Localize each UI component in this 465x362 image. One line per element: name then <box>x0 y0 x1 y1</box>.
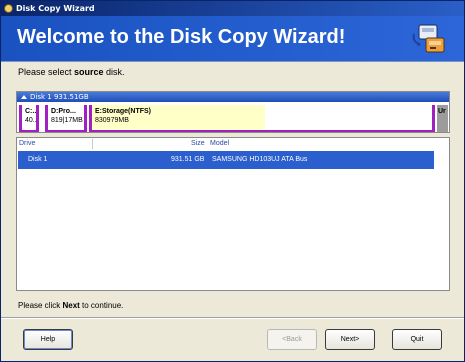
disk-list[interactable]: Drive Size Model Disk 1 931.51 GB SAMSUN… <box>16 137 450 291</box>
prompt-text: Please select <box>18 67 75 77</box>
prompt-text-end: disk. <box>103 67 125 77</box>
partition-unallocated[interactable]: Ur <box>437 105 448 132</box>
disk-copy-icon <box>412 24 445 53</box>
partition-size: 819|17MB <box>51 117 83 124</box>
title-bar: Disk Copy Wizard <box>1 1 464 16</box>
wizard-heading: Welcome to the Disk Copy Wizard! <box>17 26 346 48</box>
next-button[interactable]: Next> <box>325 329 375 350</box>
footer-bold-text: Next <box>62 301 80 310</box>
footer-text: Please click <box>18 301 63 310</box>
partition-size: 830979MB <box>95 117 129 124</box>
footer-text-end: to continue. <box>79 301 124 310</box>
partition-size: 40... <box>25 117 39 124</box>
back-button[interactable]: <Back <box>267 329 317 350</box>
row-size: 931.51 GB <box>171 156 205 163</box>
column-size[interactable]: Size <box>191 140 205 147</box>
partition-name: E:Storage(NTFS) <box>95 108 151 115</box>
partition-c[interactable]: C:... 40... <box>19 105 39 132</box>
continue-instruction: Please click Next to continue. <box>18 301 123 310</box>
disk-map[interactable]: Disk 1 931.51GB C:... 40... D:Pro... 819… <box>16 91 450 133</box>
window-title: Disk Copy Wizard <box>16 4 95 13</box>
column-divider <box>92 139 93 149</box>
partition-name: Ur <box>438 108 446 115</box>
select-source-prompt: Please select source disk. <box>18 67 125 77</box>
disk-map-label: Disk 1 931.51GB <box>30 93 89 101</box>
column-drive[interactable]: Drive <box>19 140 35 147</box>
partition-name: C:... <box>25 108 39 115</box>
partition-d[interactable]: D:Pro... 819|17MB <box>45 105 87 132</box>
partition-used-space: E:Storage(NTFS) 830979MB <box>92 105 265 130</box>
disk-copy-wizard-window: Disk Copy Wizard Welcome to the Disk Cop… <box>0 0 465 362</box>
quit-button[interactable]: Quit <box>392 329 442 350</box>
column-model[interactable]: Model <box>210 140 229 147</box>
prompt-bold-text: source <box>74 67 104 77</box>
banner: Welcome to the Disk Copy Wizard! <box>1 16 464 61</box>
disk-map-header: Disk 1 931.51GB <box>17 92 449 102</box>
row-model: SAMSUNG HD103UJ ATA Bus <box>212 156 308 163</box>
table-row[interactable]: Disk 1 931.51 GB SAMSUNG HD103UJ ATA Bus <box>18 151 434 169</box>
help-button[interactable]: Help <box>23 329 73 350</box>
row-drive: Disk 1 <box>28 156 48 163</box>
partition-name: D:Pro... <box>51 108 76 115</box>
footer-divider-highlight <box>1 318 464 319</box>
app-icon <box>4 4 13 13</box>
disk-list-header: Drive Size Model <box>17 138 449 150</box>
partition-e[interactable]: E:Storage(NTFS) 830979MB <box>89 105 435 132</box>
collapse-arrow-icon <box>21 95 27 99</box>
banner-divider <box>1 61 464 62</box>
